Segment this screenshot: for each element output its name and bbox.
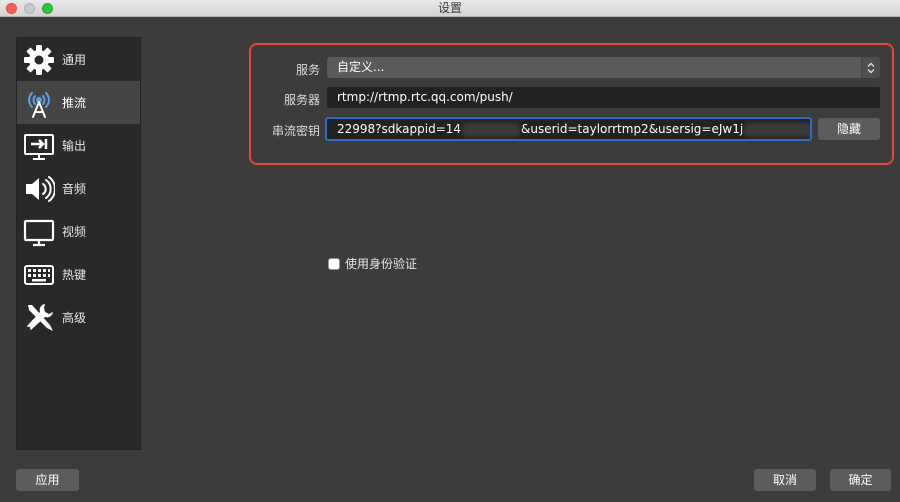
sidebar-item-advanced[interactable]: 高级	[17, 296, 140, 339]
chevron-up-down-icon	[861, 57, 880, 78]
sidebar-item-stream[interactable]: 推流	[17, 81, 140, 124]
sidebar-item-label: 高级	[62, 311, 87, 325]
gear-icon	[21, 42, 57, 78]
speaker-icon	[21, 171, 57, 207]
use-authentication-option[interactable]: 使用身份验证	[328, 255, 417, 272]
apply-button[interactable]: 应用	[16, 469, 79, 491]
sidebar-item-label: 输出	[62, 139, 87, 153]
settings-sidebar: 通用 推流 输出 音频 视频 热键 高级	[16, 37, 141, 450]
sidebar-item-video[interactable]: 视频	[17, 210, 140, 253]
service-label: 服务	[295, 63, 320, 77]
cancel-button[interactable]: 取消	[754, 469, 816, 491]
service-select-value: 自定义...	[337, 60, 385, 74]
stream-key-text-part2: &userid=taylorrtmp2&usersig=eJw1j	[521, 122, 744, 136]
output-monitor-icon	[21, 128, 57, 164]
keyboard-icon	[21, 257, 57, 293]
hide-key-button[interactable]: 隐藏	[818, 118, 880, 140]
stream-key-text-part1: 22998?sdkappid=14	[337, 122, 462, 136]
sidebar-item-label: 音频	[62, 182, 87, 196]
title-bar: 设置	[0, 0, 900, 17]
monitor-icon	[21, 214, 57, 250]
redacted-region	[744, 122, 810, 137]
sidebar-item-label: 视频	[62, 225, 87, 239]
sidebar-item-general[interactable]: 通用	[17, 38, 140, 81]
sidebar-item-output[interactable]: 输出	[17, 124, 140, 167]
tools-icon	[21, 300, 57, 336]
sidebar-item-hotkeys[interactable]: 热键	[17, 253, 140, 296]
sidebar-item-label: 推流	[62, 96, 87, 110]
redacted-region	[462, 122, 521, 137]
window-title: 设置	[437, 1, 462, 15]
sidebar-item-label: 通用	[62, 53, 87, 67]
broadcast-tower-icon	[21, 85, 57, 121]
ok-button[interactable]: 确定	[830, 469, 891, 491]
use-authentication-label: 使用身份验证	[345, 257, 418, 271]
use-authentication-checkbox[interactable]	[328, 257, 340, 270]
sidebar-item-label: 热键	[62, 268, 87, 282]
server-label: 服务器	[283, 93, 320, 107]
stream-key-label: 串流密钥	[271, 124, 320, 138]
server-input[interactable]: rtmp://rtmp.rtc.qq.com/push/	[327, 87, 880, 108]
service-select[interactable]: 自定义...	[327, 57, 880, 78]
stream-key-input[interactable]: 22998?sdkappid=14 &userid=taylorrtmp2&use…	[325, 117, 812, 141]
sidebar-item-audio[interactable]: 音频	[17, 167, 140, 210]
